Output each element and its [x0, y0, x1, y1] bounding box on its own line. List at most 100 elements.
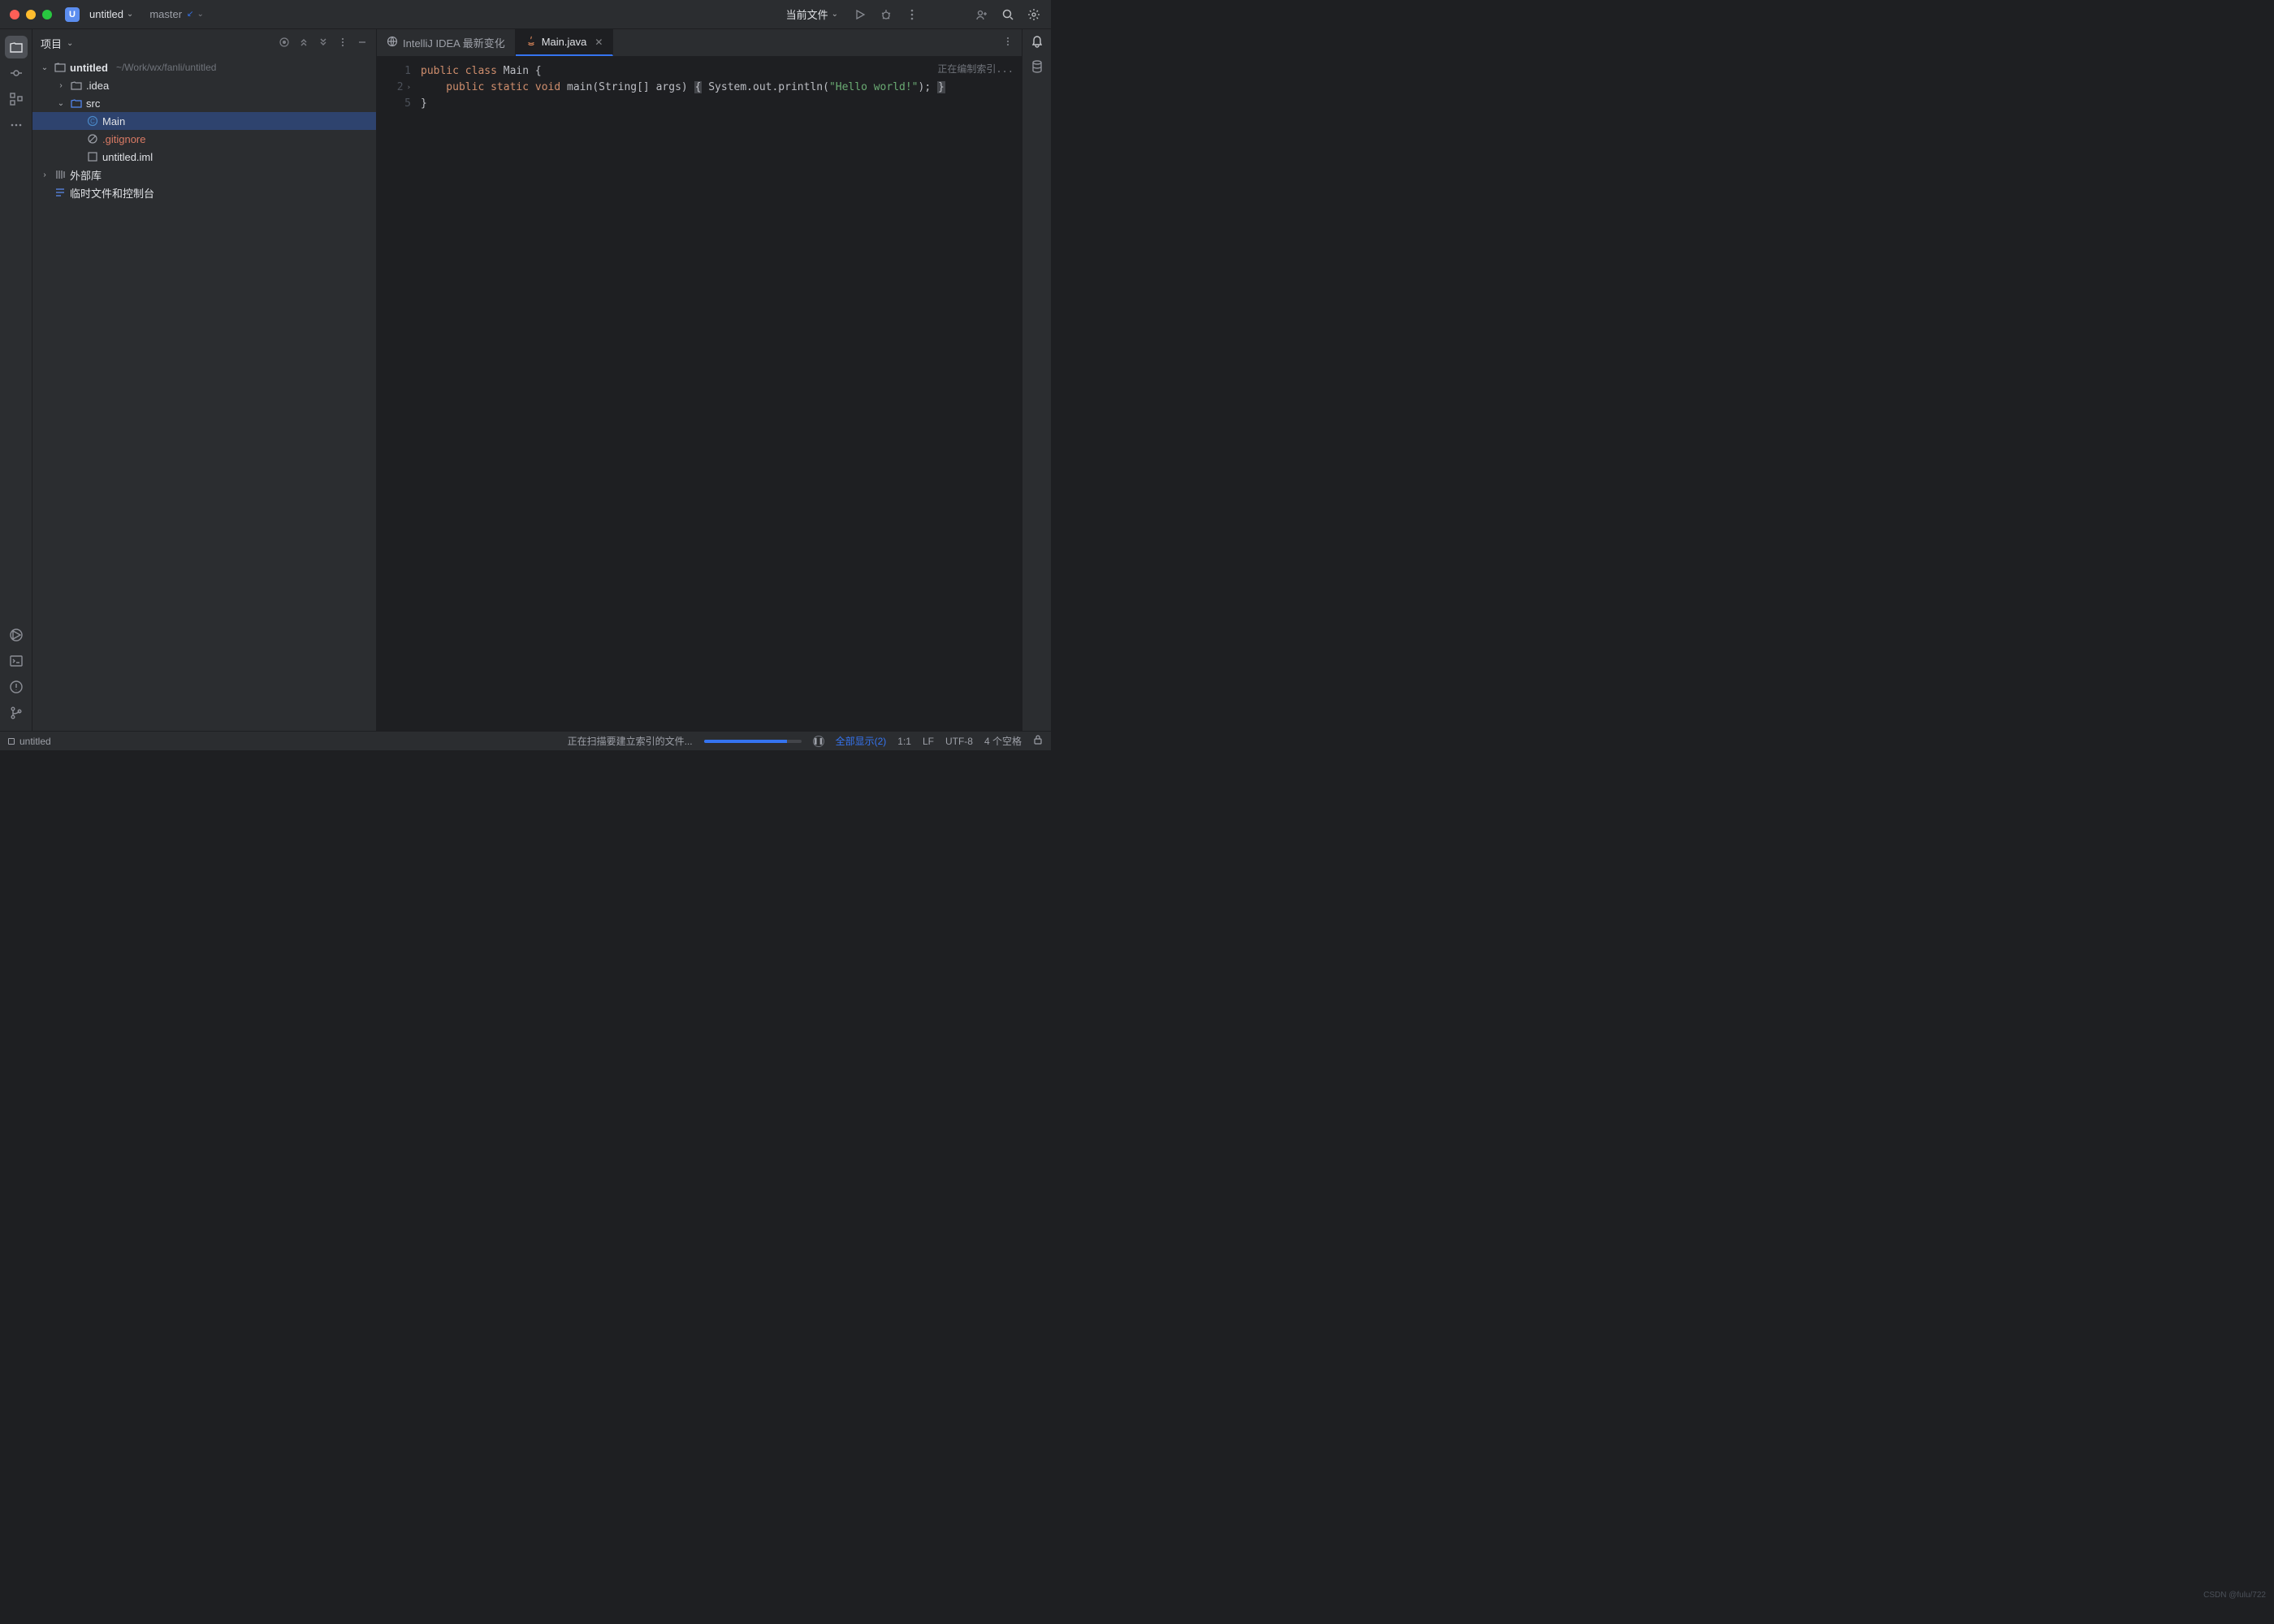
more-actions[interactable] [905, 7, 919, 22]
globe-icon [387, 36, 398, 50]
left-tool-rail [0, 29, 32, 731]
fold-icon[interactable]: › [407, 80, 411, 96]
status-show-all[interactable]: 全部显示(2) [836, 734, 887, 748]
project-sidebar: 项目 ⌄ ⌄ untitled ~/Work/wx/fanli/untitled… [32, 29, 377, 731]
project-tree: ⌄ untitled ~/Work/wx/fanli/untitled › .i… [32, 57, 376, 731]
tree-item-external-libraries[interactable]: › 外部库 [32, 166, 376, 184]
titlebar: U untitled ⌄ master ↙ ⌄ 当前文件 ⌄ [0, 0, 1051, 29]
editor-main: IntelliJ IDEA 最新变化 Main.java ✕ 正在编制索引...… [377, 29, 1022, 731]
database-tool-button[interactable] [1030, 59, 1044, 76]
services-tool-button[interactable] [5, 624, 28, 646]
tree-item-label: 临时文件和控制台 [70, 185, 154, 201]
chevron-down-icon: ⌄ [127, 10, 133, 19]
structure-tool-button[interactable] [5, 88, 28, 110]
tree-item-gitignore[interactable]: .gitignore [32, 130, 376, 148]
run-config-selector[interactable]: 当前文件 ⌄ [783, 5, 841, 24]
tab-main-java[interactable]: Main.java ✕ [516, 29, 614, 56]
scratch-icon [54, 187, 67, 198]
tree-item-main[interactable]: C Main [32, 112, 376, 130]
chevron-down-icon: ⌄ [197, 10, 203, 19]
vcs-tool-button[interactable] [5, 702, 28, 724]
ignore-icon [86, 133, 99, 145]
right-tool-rail [1022, 29, 1051, 731]
status-line-separator[interactable]: LF [923, 736, 934, 747]
chevron-down-icon: ⌄ [55, 99, 67, 108]
tabs-more-icon[interactable] [1002, 36, 1014, 50]
run-button[interactable] [853, 7, 867, 22]
titlebar-actions: 当前文件 ⌄ [783, 5, 1041, 24]
status-bar: untitled 正在扫描要建立索引的文件... ❚❚ 全部显示(2) 1:1 … [0, 731, 1051, 750]
collapse-all-icon[interactable] [318, 37, 329, 50]
editor-tabs: IntelliJ IDEA 最新变化 Main.java ✕ [377, 29, 1022, 57]
editor-gutter: 1 2› 5 [377, 57, 417, 731]
tree-item-scratches[interactable]: 临时文件和控制台 [32, 184, 376, 201]
tree-root-path: ~/Work/wx/fanli/untitled [116, 62, 217, 73]
svg-text:C: C [90, 118, 95, 125]
select-opened-file-icon[interactable] [279, 37, 290, 50]
line-number: 5 [404, 96, 411, 112]
notifications-button[interactable] [1030, 34, 1044, 51]
close-tab-icon[interactable]: ✕ [594, 37, 603, 48]
code-content: public class Main { public static void m… [417, 57, 1022, 731]
chevron-right-icon: › [39, 171, 50, 179]
project-tool-button[interactable] [5, 36, 28, 58]
code-with-me-icon[interactable] [975, 7, 989, 22]
project-name-label: untitled [89, 8, 123, 20]
settings-icon[interactable] [1027, 7, 1041, 22]
tree-item-label: .idea [86, 80, 109, 92]
readonly-toggle-icon[interactable] [1033, 735, 1043, 747]
tool-window-toggle-icon[interactable] [8, 738, 15, 745]
tree-item-iml[interactable]: untitled.iml [32, 148, 376, 166]
project-badge: U [65, 7, 80, 22]
pause-indexing-button[interactable]: ❚❚ [813, 736, 824, 747]
tab-label: Main.java [542, 36, 587, 48]
indexing-status: 正在编制索引... [937, 62, 1014, 76]
java-icon [525, 35, 537, 49]
sidebar-header: 项目 ⌄ [32, 29, 376, 57]
line-number: 1 [404, 63, 411, 80]
class-icon: C [86, 115, 99, 127]
status-encoding[interactable]: UTF-8 [945, 736, 973, 747]
expand-all-icon[interactable] [298, 37, 309, 50]
chevron-down-icon[interactable]: ⌄ [67, 39, 73, 48]
tree-item-label: untitled.iml [102, 151, 153, 163]
code-editor[interactable]: 正在编制索引... 1 2› 5 public class Main { pub… [377, 57, 1022, 731]
tab-whatsnew[interactable]: IntelliJ IDEA 最新变化 [377, 29, 516, 56]
branch-incoming-icon: ↙ [187, 10, 193, 19]
tree-item-label: 外部库 [70, 167, 102, 183]
tab-label: IntelliJ IDEA 最新变化 [403, 35, 505, 50]
run-config-label: 当前文件 [786, 6, 828, 22]
tree-item-idea[interactable]: › .idea [32, 76, 376, 94]
status-scanning: 正在扫描要建立索引的文件... [568, 734, 693, 748]
commit-tool-button[interactable] [5, 62, 28, 84]
tree-item-label: .gitignore [102, 133, 145, 145]
terminal-tool-button[interactable] [5, 650, 28, 672]
branch-label: master [149, 8, 182, 20]
indexing-progress [704, 740, 802, 743]
chevron-right-icon: › [55, 81, 67, 90]
tree-item-src[interactable]: ⌄ src [32, 94, 376, 112]
tree-root-label: untitled [70, 62, 108, 74]
sidebar-more-icon[interactable] [337, 37, 348, 50]
minimize-window[interactable] [26, 10, 36, 19]
hide-sidebar-icon[interactable] [357, 37, 368, 50]
chevron-down-icon: ⌄ [832, 10, 838, 19]
module-file-icon [86, 151, 99, 162]
library-icon [54, 169, 67, 180]
close-window[interactable] [10, 10, 19, 19]
search-icon[interactable] [1001, 7, 1015, 22]
watermark: CSDN @fulu/722 [2203, 1591, 2266, 1600]
status-breadcrumb[interactable]: untitled [19, 736, 51, 747]
tree-root[interactable]: ⌄ untitled ~/Work/wx/fanli/untitled [32, 58, 376, 76]
tree-item-label: Main [102, 115, 125, 127]
more-tools-button[interactable] [5, 114, 28, 136]
status-indent[interactable]: 4 个空格 [984, 734, 1022, 748]
problems-tool-button[interactable] [5, 676, 28, 698]
sidebar-title: 项目 [41, 36, 62, 51]
maximize-window[interactable] [42, 10, 52, 19]
debug-button[interactable] [879, 7, 893, 22]
status-cursor-pos[interactable]: 1:1 [897, 736, 911, 747]
branch-selector[interactable]: master ↙ ⌄ [143, 6, 207, 22]
project-selector[interactable]: untitled ⌄ [86, 6, 136, 22]
line-number: 2 [397, 80, 404, 96]
